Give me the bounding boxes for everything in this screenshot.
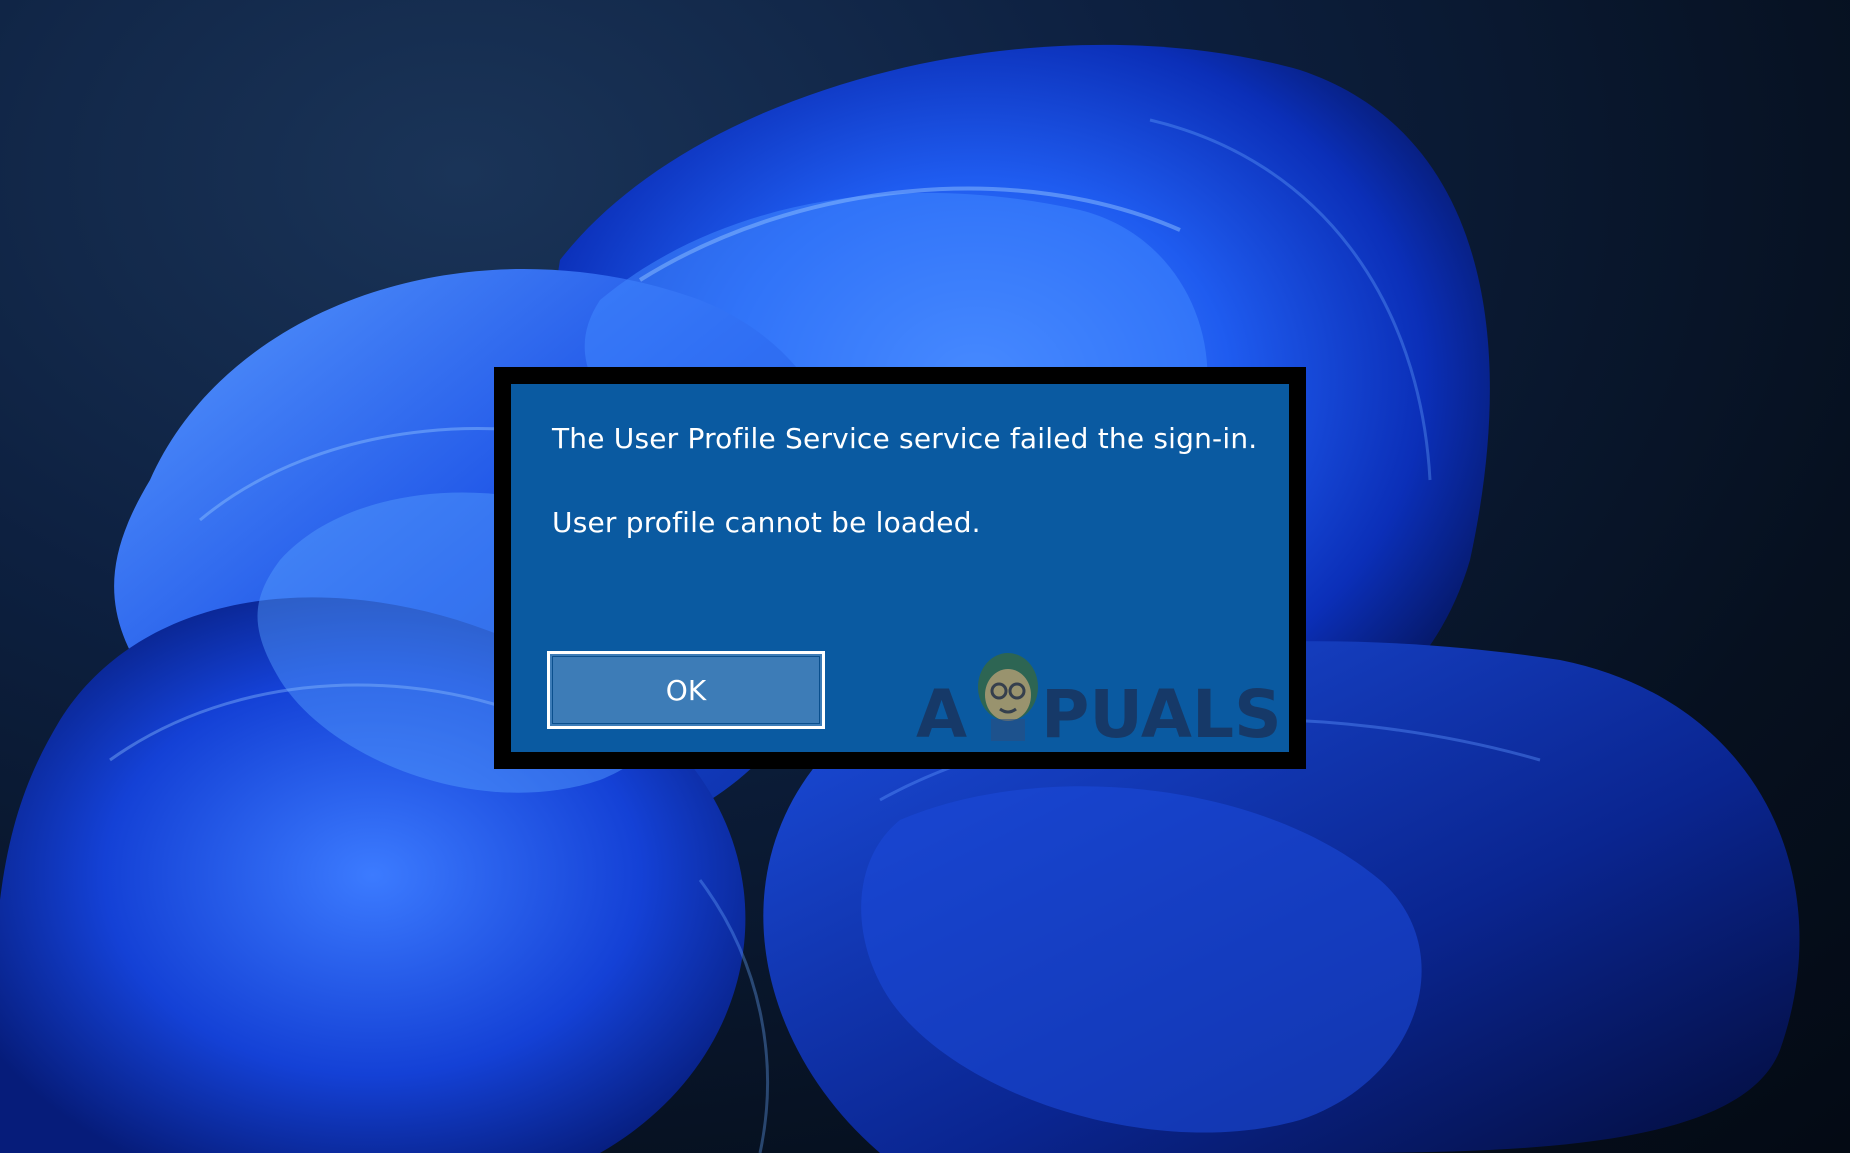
ok-button-label: OK bbox=[665, 673, 707, 707]
error-dialog: The User Profile Service service failed … bbox=[511, 384, 1289, 752]
watermark-text: PUALS bbox=[1041, 676, 1282, 744]
watermark-text: A bbox=[916, 676, 967, 744]
ok-button[interactable]: OK bbox=[547, 651, 825, 729]
mascot-icon bbox=[978, 653, 1038, 741]
desktop: The User Profile Service service failed … bbox=[0, 0, 1850, 1153]
error-message-line-2: User profile cannot be loaded. bbox=[552, 506, 981, 539]
appuals-watermark-logo: A PUALS bbox=[916, 653, 1282, 744]
error-message-line-1: The User Profile Service service failed … bbox=[552, 422, 1258, 455]
error-dialog-frame: The User Profile Service service failed … bbox=[494, 367, 1306, 769]
